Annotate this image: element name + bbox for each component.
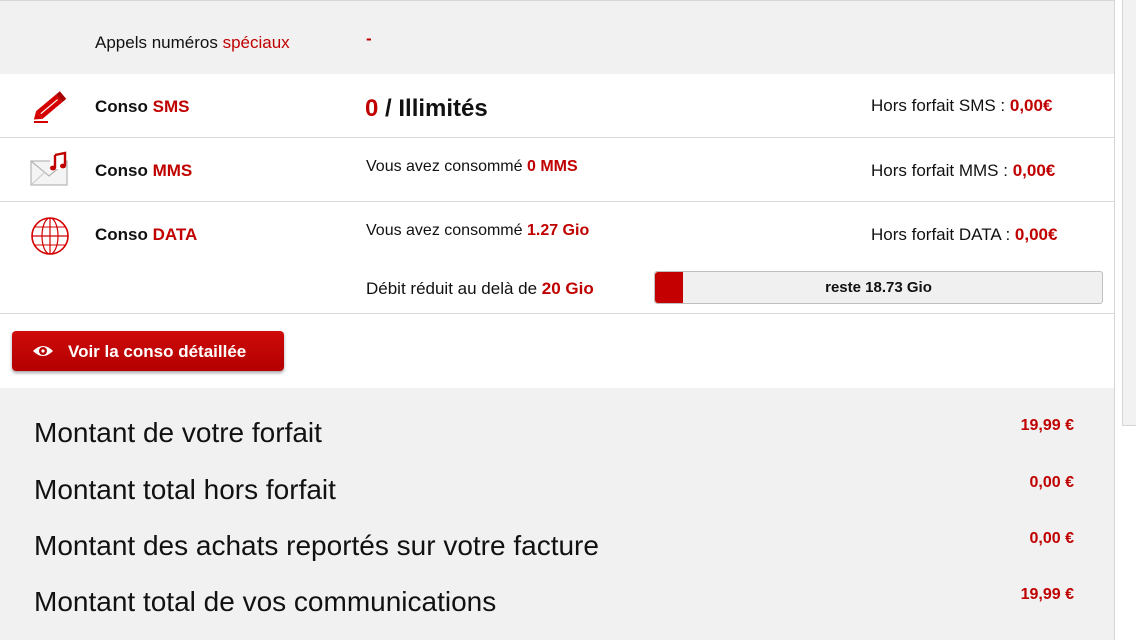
data-consumed: Vous avez consommé 1.27 Gio — [366, 222, 590, 239]
globe-icon — [31, 217, 69, 255]
mms-consumed: Vous avez consommé 0 MMS — [366, 158, 578, 175]
summary-label: Montant de votre forfait — [34, 417, 322, 448]
sms-label: Conso SMS — [95, 97, 190, 116]
summary-value: 19,99 € — [1020, 417, 1074, 434]
pencil-icon — [33, 91, 67, 123]
mms-row: Conso MMS Vous avez consommé 0 MMS Hors … — [0, 138, 1114, 202]
summary-value: 19,99 € — [1020, 586, 1074, 603]
summary-label: Montant des achats reportés sur votre fa… — [34, 530, 599, 561]
summary-value: 0,00 € — [1029, 530, 1074, 547]
consumption-panel: Appels numéros spéciaux - Conso SMS 0 / … — [0, 0, 1115, 640]
eye-icon — [33, 346, 53, 356]
data-row: Conso DATA Vous avez consommé 1.27 Gio H… — [0, 202, 1114, 314]
data-label: Conso DATA — [95, 225, 198, 244]
summary-label: Montant total hors forfait — [34, 474, 336, 505]
summary-value: 0,00 € — [1029, 474, 1074, 491]
special-calls-label: Appels numéros spéciaux — [95, 33, 290, 52]
view-detailed-consumption-button[interactable]: Voir la conso détaillée — [12, 331, 284, 371]
mms-label: Conso MMS — [95, 161, 193, 180]
data-usage-progress: reste 18.73 Gio — [654, 271, 1103, 304]
view-detailed-consumption-label: Voir la conso détaillée — [68, 342, 247, 361]
billing-summary: Montant de votre forfait 19,99 € Montant… — [0, 388, 1114, 640]
summary-label: Montant total de vos communications — [34, 586, 497, 617]
reduced-speed-label: Débit réduit au delà de 20 Gio — [366, 279, 594, 298]
envelope-music-icon — [30, 151, 68, 186]
special-calls-row: Appels numéros spéciaux - — [0, 0, 1114, 75]
data-remaining-label: reste 18.73 Gio — [825, 279, 932, 296]
sms-row: Conso SMS 0 / Illimités Hors forfait SMS… — [0, 74, 1114, 138]
scrollbar-track[interactable] — [1122, 0, 1136, 426]
data-hors-forfait: Hors forfait DATA : 0,00€ — [871, 225, 1058, 244]
sms-count: 0 / Illimités — [365, 95, 488, 122]
mms-hors-forfait: Hors forfait MMS : 0,00€ — [871, 161, 1056, 180]
sms-hors-forfait: Hors forfait SMS : 0,00€ — [871, 96, 1053, 115]
special-calls-value: - — [366, 29, 372, 48]
